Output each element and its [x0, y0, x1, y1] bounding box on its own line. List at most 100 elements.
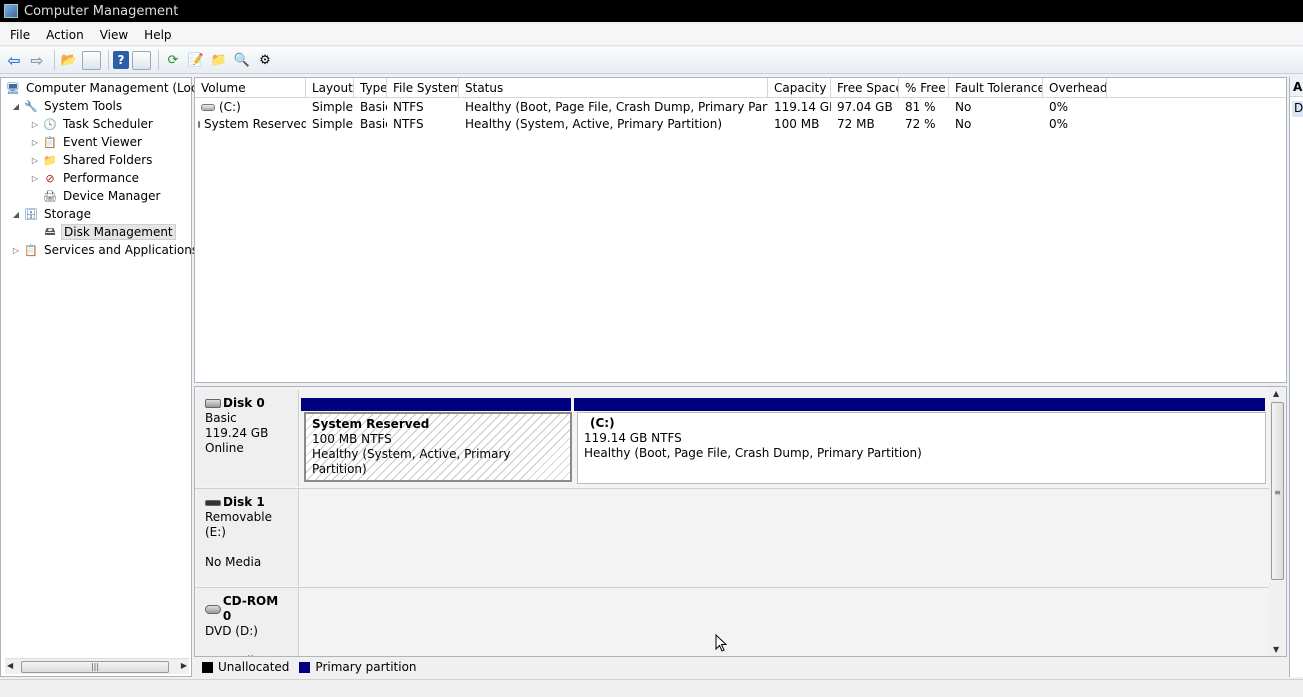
tools-icon: 🔧 [24, 99, 38, 113]
volume-cell: (C:) [195, 99, 306, 116]
properties-icon[interactable]: 📝 [186, 50, 206, 70]
partition-size: 100 MB NTFS [312, 432, 392, 446]
disk-name: CD-ROM 0 [222, 594, 279, 623]
forward-arrow-icon[interactable]: ⇨ [27, 50, 47, 70]
disk-type: Removable (E:) [205, 510, 273, 539]
tree-item-event-viewer[interactable]: ▷ 📋 Event Viewer [30, 133, 144, 151]
cdrom-0-label[interactable]: CD-ROM 0 DVD (D:) No Media [197, 588, 299, 656]
disk-type: Basic [205, 411, 237, 425]
refresh-icon[interactable]: ⟳ [163, 50, 183, 70]
actions-pane: A D [1289, 77, 1303, 677]
up-folder-icon[interactable]: 📂 [59, 50, 79, 70]
disk-management-icon: 🖴 [44, 224, 56, 238]
tree-item-shared-folders[interactable]: ▷ 📁 Shared Folders [30, 151, 154, 169]
actions-item[interactable]: D [1292, 101, 1303, 117]
show-hide-tree-icon[interactable] [82, 50, 101, 70]
volume-name: (C:) [219, 100, 241, 114]
volume-cell: System Reserved [195, 116, 306, 133]
disk-type: DVD (D:) [205, 624, 258, 638]
column-header-layout[interactable]: Layout [306, 78, 354, 98]
tree-item-task-scheduler[interactable]: ▷ 🕓 Task Scheduler [30, 115, 155, 133]
toolbar-separator [54, 50, 55, 70]
disk-state: No Media [205, 555, 262, 569]
menu-file[interactable]: File [0, 28, 38, 42]
disk-0-partitions: System Reserved 100 MB NTFS Healthy (Sys… [301, 387, 1270, 489]
column-header-free-space[interactable]: Free Space [831, 78, 899, 98]
shared-folder-icon: 📁 [43, 153, 57, 167]
partition-c-drive[interactable]: (C:) 119.14 GB NTFS Healthy (Boot, Page … [577, 412, 1266, 484]
column-header-status[interactable]: Status [459, 78, 768, 98]
disk-1-label[interactable]: Disk 1 Removable (E:) No Media [197, 489, 299, 586]
disk-size: 119.24 GB [205, 426, 269, 440]
help-icon[interactable]: ? [113, 51, 129, 69]
column-header-percent-free[interactable]: % Free [899, 78, 949, 98]
collapse-triangle-icon[interactable]: ◢ [11, 210, 21, 219]
table-row[interactable]: (C:) Simple Basic NTFS Healthy (Boot, Pa… [195, 99, 1286, 116]
partition-status: Healthy (Boot, Page File, Crash Dump, Pr… [584, 446, 922, 460]
tree-label: Shared Folders [63, 153, 153, 167]
column-header-overhead[interactable]: Overhead [1043, 78, 1107, 98]
partition-size: 119.14 GB NTFS [584, 431, 682, 445]
menu-help[interactable]: Help [136, 28, 179, 42]
tree-item-computer-management[interactable]: 🖥 Computer Management (Local [3, 79, 210, 97]
tree-item-performance[interactable]: ▷ ⊘ Performance [30, 169, 141, 187]
back-arrow-icon[interactable]: ⇦ [4, 50, 24, 70]
tree-item-storage[interactable]: ◢ 🗄 Storage [11, 205, 93, 223]
partition-system-reserved[interactable]: System Reserved 100 MB NTFS Healthy (Sys… [304, 412, 572, 482]
drive-icon [201, 104, 215, 111]
tree-label: Event Viewer [63, 135, 142, 149]
percent-free-cell: 72 % [905, 117, 936, 131]
partition-status: Healthy (System, Active, Primary Partiti… [312, 447, 511, 476]
status-cell: Healthy (System, Active, Primary Partiti… [465, 117, 723, 131]
tree-item-device-manager[interactable]: 🖨 Device Manager [40, 187, 162, 205]
tree-label: System Tools [44, 99, 123, 113]
tree-item-disk-management[interactable]: 🖴 Disk Management [40, 223, 176, 241]
column-header-capacity[interactable]: Capacity [768, 78, 831, 98]
disk-graphical-view: Disk 0 Basic 119.24 GB Online System Res… [194, 386, 1287, 657]
column-header-volume[interactable]: Volume [195, 78, 306, 98]
expand-triangle-icon[interactable]: ▷ [30, 138, 40, 147]
tree-label: Device Manager [63, 189, 161, 203]
tree-horizontal-scrollbar[interactable]: ◀ ||| ▶ [5, 658, 189, 674]
disk-state: Online [205, 441, 244, 455]
menu-view[interactable]: View [92, 28, 136, 42]
toolbar-separator [158, 50, 159, 70]
scrollbar-thumb[interactable]: ||| [21, 661, 169, 673]
primary-partition-swatch [299, 661, 311, 673]
settings-icon[interactable]: ⚙ [255, 50, 275, 70]
open-icon[interactable]: 📁 [209, 50, 229, 70]
column-header-fault-tolerance[interactable]: Fault Tolerance [949, 78, 1043, 98]
hard-disk-icon [205, 399, 221, 408]
scroll-down-icon[interactable]: ▼ [1273, 645, 1279, 654]
storage-icon: 🗄 [24, 207, 38, 221]
disk-0-label[interactable]: Disk 0 Basic 119.24 GB Online [197, 390, 299, 487]
file-system-cell: NTFS [393, 117, 424, 131]
partition-name: System Reserved [312, 417, 430, 431]
expand-triangle-icon[interactable]: ▷ [11, 246, 21, 255]
column-header-type[interactable]: Type [354, 78, 387, 98]
scroll-right-icon[interactable]: ▶ [181, 661, 187, 670]
toolbar-separator [108, 50, 109, 70]
collapse-triangle-icon[interactable]: ◢ [11, 102, 21, 111]
event-log-icon: 📋 [43, 135, 57, 149]
volume-list-header: Volume Layout Type File System Status Ca… [195, 78, 1286, 98]
type-cell: Basic [360, 100, 387, 114]
tree-item-system-tools[interactable]: ◢ 🔧 System Tools [11, 97, 124, 115]
scroll-left-icon[interactable]: ◀ [7, 661, 13, 670]
disk-view-vertical-scrollbar[interactable]: ▲ ≡ ▼ [1269, 387, 1286, 656]
scrollbar-thumb[interactable]: ≡ [1271, 402, 1284, 580]
tree-item-services-and-applications[interactable]: ▷ 📋 Services and Applications [11, 241, 200, 259]
show-hide-action-pane-icon[interactable] [132, 50, 151, 70]
column-header-file-system[interactable]: File System [387, 78, 459, 98]
expand-triangle-icon[interactable]: ▷ [30, 156, 40, 165]
search-icon[interactable]: 🔍 [232, 50, 252, 70]
expand-triangle-icon[interactable]: ▷ [30, 174, 40, 183]
tree-label: Disk Management [61, 224, 176, 240]
menu-action[interactable]: Action [38, 28, 92, 42]
table-row[interactable]: System Reserved Simple Basic NTFS Health… [195, 116, 1286, 133]
expand-triangle-icon[interactable]: ▷ [30, 120, 40, 129]
navigation-tree: 🖥 Computer Management (Local ◢ 🔧 System … [0, 77, 208, 677]
scroll-up-icon[interactable]: ▲ [1273, 389, 1279, 398]
legend: Unallocated Primary partition [194, 657, 1287, 677]
